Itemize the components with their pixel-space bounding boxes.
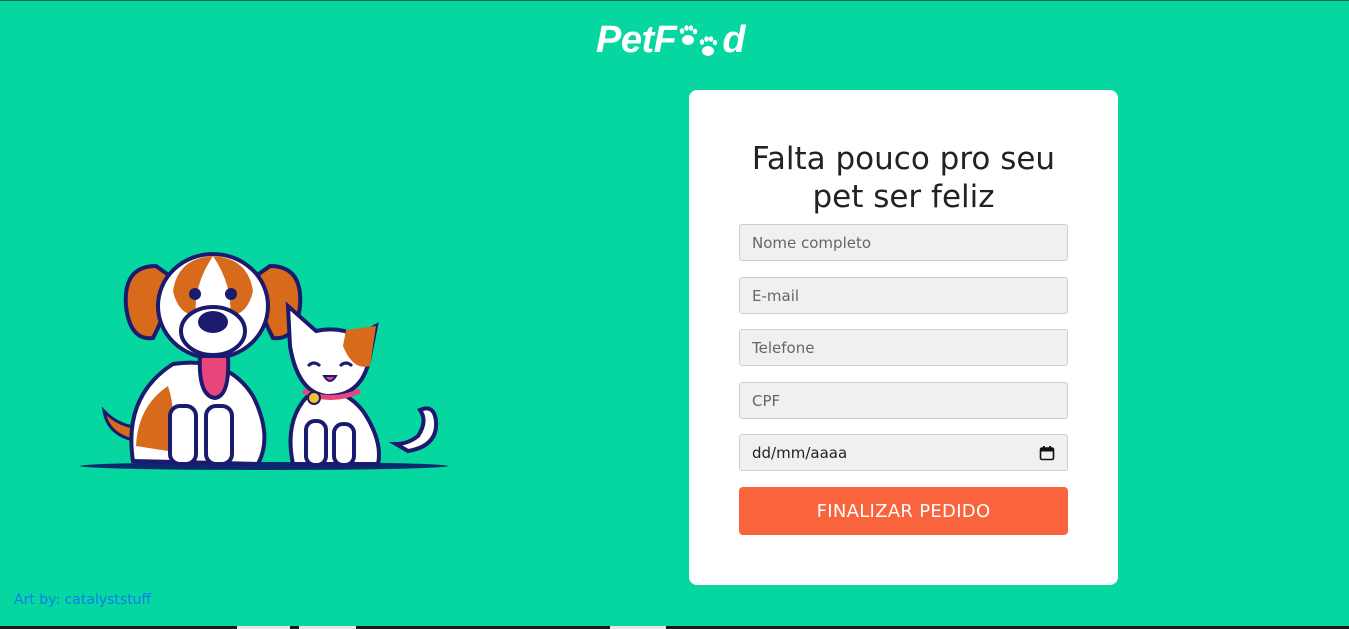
phone-input[interactable]: Telefone [739,329,1068,366]
order-form-card: Falta pouco pro seu pet ser feliz Nome c… [689,90,1118,585]
phone-placeholder: Telefone [752,338,815,357]
finalize-order-button[interactable]: FINALIZAR PEDIDO [739,487,1068,535]
email-input[interactable]: E-mail [739,277,1068,314]
date-placeholder: dd/mm/aaaa [752,443,848,462]
paw-prints-icon [680,25,718,56]
art-credit[interactable]: Art by: catalyststuff [14,592,151,608]
cpf-placeholder: CPF [752,391,781,410]
date-input[interactable]: dd/mm/aaaa [739,434,1068,471]
form-title-line1: Falta pouco pro seu [751,141,1056,177]
full-name-input[interactable]: Nome completo [739,224,1068,261]
email-placeholder: E-mail [752,286,800,305]
calendar-icon[interactable] [1039,445,1055,461]
form-title: Falta pouco pro seu pet ser feliz [689,140,1118,216]
logo-text-suffix: d [722,19,746,61]
cpf-input[interactable]: CPF [739,382,1068,419]
form-title-line2: pet ser feliz [812,179,995,215]
logo-text-prefix: PetF [596,19,677,61]
petfood-logo[interactable]: PetF d [596,18,746,62]
dog-and-cat-illustration [80,252,448,470]
full-name-placeholder: Nome completo [752,233,872,252]
top-border [0,0,1349,1]
